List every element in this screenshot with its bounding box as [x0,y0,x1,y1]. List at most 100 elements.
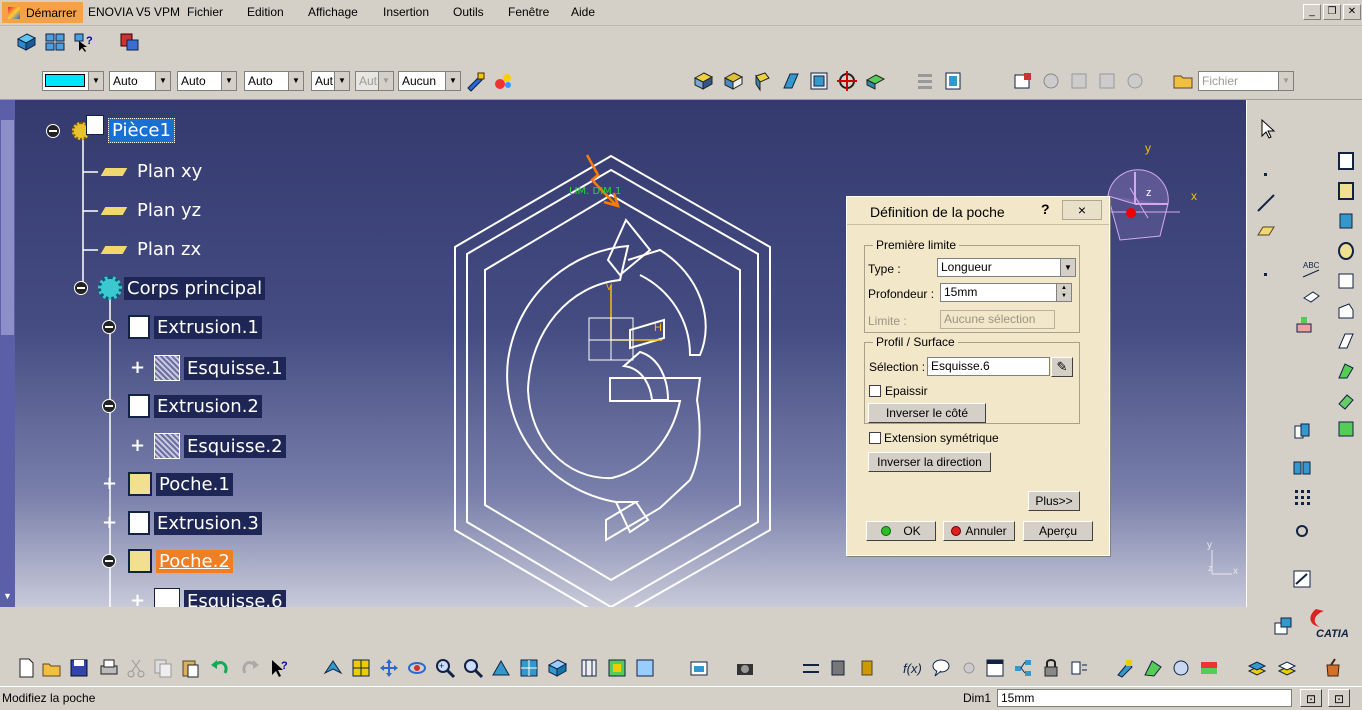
menu-aide[interactable]: Aide [571,5,595,19]
swap-visible-icon[interactable] [606,657,628,679]
mirror-tool-icon[interactable] [1291,456,1313,478]
menu-insertion[interactable]: Insertion [383,5,429,19]
thicken-checkbox[interactable] [869,385,881,397]
render-icon[interactable] [1142,657,1164,679]
scaling-tool-icon[interactable] [1291,520,1313,542]
apply-material-icon[interactable] [1114,657,1136,679]
text-annotation-icon[interactable]: ABC [1301,258,1323,280]
save-icon[interactable] [68,657,90,679]
menu-fenetre[interactable]: Fenêtre [508,5,549,19]
scrollbar-thumb[interactable] [1,120,14,335]
hide-show-bottom-icon[interactable] [578,657,600,679]
boolean-tool-icon[interactable] [1291,420,1313,442]
tree-structure-icon[interactable] [1012,657,1034,679]
iso-view-icon[interactable] [546,657,568,679]
stack-icon[interactable] [1246,657,1268,679]
normal-space-icon[interactable] [634,657,656,679]
collapse-icon[interactable] [102,320,116,334]
whats-this-icon[interactable]: ? [73,31,95,53]
knowledge-icon[interactable] [1040,70,1062,92]
fillet-tool-icon[interactable] [1335,300,1357,322]
shell-tool-icon[interactable] [1335,390,1357,412]
collapse-icon[interactable] [46,123,60,138]
layer-select[interactable]: Aut ▼ [311,71,350,91]
analysis-icon[interactable] [1012,70,1034,92]
close-window-button[interactable]: ✕ [1343,4,1361,20]
thickness-select[interactable]: Auto ▼ [177,71,237,91]
scroll-down-arrow-icon[interactable]: ▼ [3,591,12,601]
copy-icon[interactable] [152,657,174,679]
compass-widget[interactable] [1107,169,1180,241]
more-button[interactable]: Plus>> [1028,491,1080,511]
collapse-icon[interactable] [102,554,116,568]
redo-icon[interactable] [239,657,261,679]
plm-icon[interactable] [118,31,140,53]
measure-inertia-icon[interactable] [856,657,878,679]
tree-body[interactable]: Corps principal [74,276,266,300]
search-file-input[interactable]: Fichier ▼ [1198,71,1294,91]
reverse-direction-button[interactable]: Inverser la direction [868,452,991,472]
camera-icon[interactable] [734,657,756,679]
measure-between-icon[interactable] [800,657,822,679]
comment-icon[interactable] [930,657,952,679]
tree-scrollbar[interactable]: ▼ [0,100,15,607]
print-icon[interactable] [98,657,120,679]
sketcher-icon[interactable] [1291,568,1313,590]
menu-edition[interactable]: Edition [247,5,284,19]
flag-note-icon[interactable] [1301,286,1323,308]
cube-view-icon[interactable] [15,31,37,53]
draft-tool-icon[interactable] [1335,360,1357,382]
paste-icon[interactable] [179,657,201,679]
zoom-in-icon[interactable]: + [434,657,456,679]
tree-sketch-6[interactable]: + Esquisse.6 [130,588,286,607]
preview-button[interactable]: Aperçu [1023,521,1093,541]
tree-root-part[interactable]: Pièce1 [46,114,175,143]
symmetric-extension-checkbox[interactable] [869,432,881,444]
render-sphere-icon[interactable] [1170,657,1192,679]
isometric-view-icon[interactable] [751,70,773,92]
collapse-icon[interactable] [74,281,88,295]
tile-views-icon[interactable] [44,31,66,53]
power-input-button[interactable]: ⊡ [1300,689,1322,707]
swap-space-icon[interactable] [808,70,830,92]
dialog-titlebar[interactable]: Définition de la poche ? × [847,197,1109,225]
undo-icon[interactable] [209,657,231,679]
help-pointer-icon[interactable]: ? [268,657,290,679]
minimize-button[interactable]: _ [1303,4,1321,20]
shaft-tool-icon[interactable] [1335,210,1357,232]
tree-pocket-1[interactable]: + Poche.1 [102,472,233,496]
close-dialog-button[interactable]: × [1062,200,1102,220]
pan-icon[interactable] [378,657,400,679]
menu-outils[interactable]: Outils [453,5,484,19]
formula-icon[interactable]: f(x) [902,657,924,679]
texture-icon[interactable] [1198,657,1220,679]
normal-view-icon[interactable] [722,70,744,92]
tree-extrusion-3[interactable]: + Extrusion.3 [102,511,262,535]
chamfer-tool-icon[interactable] [1335,330,1357,352]
render-style-icon[interactable] [864,70,886,92]
plane-tool-icon[interactable] [1255,220,1277,242]
tree-sketch-2[interactable]: + Esquisse.2 [130,433,286,459]
tree-extrusion-1[interactable]: Extrusion.1 [102,315,262,339]
hole-tool-icon[interactable] [1335,240,1357,262]
table-icon[interactable] [984,657,1006,679]
mug-icon[interactable] [1323,657,1345,679]
menu-fichier[interactable]: Fichier [187,5,223,19]
properties-brush-icon[interactable] [492,70,514,92]
3d-annotation-icon[interactable] [1293,314,1315,336]
tree-plane-xy[interactable]: Plan xy [100,160,205,183]
open-icon[interactable] [41,657,63,679]
shading-icon[interactable] [692,70,714,92]
linetype-select[interactable]: Auto ▼ [109,71,171,91]
folder-icon[interactable] [1172,70,1194,92]
rotate-icon[interactable] [406,657,428,679]
selection-input[interactable]: Esquisse.6 [927,357,1050,376]
multi-view-icon[interactable] [518,657,540,679]
expand-icon[interactable]: + [102,514,117,532]
point-style-select[interactable]: Auto ▼ [244,71,304,91]
measure-item-icon[interactable] [828,657,850,679]
fill-color-select[interactable]: ▼ [42,71,104,91]
fit-all-in-icon[interactable] [350,657,372,679]
tree-plane-yz[interactable]: Plan yz [100,199,204,222]
pattern-tool-icon[interactable] [1291,486,1313,508]
